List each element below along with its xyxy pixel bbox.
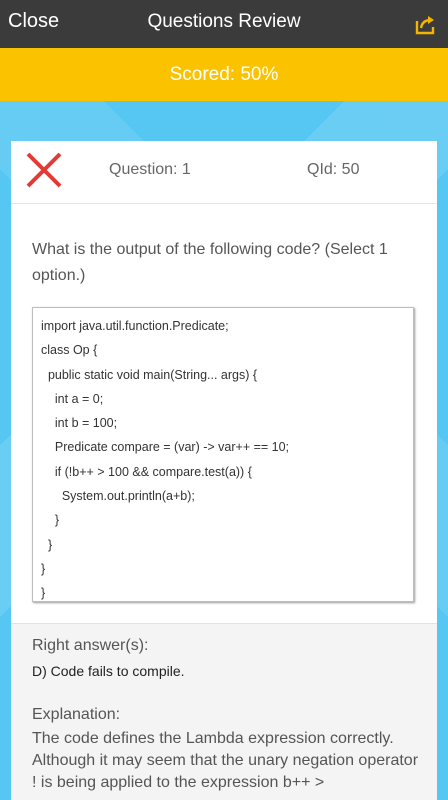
page-title: Questions Review <box>147 11 301 32</box>
code-line: class Op { <box>41 343 98 358</box>
question-number: Question: 1 <box>109 161 191 178</box>
code-line: public static void main(String... args) … <box>41 367 258 382</box>
right-answer-text: D) Code fails to compile. <box>32 663 185 679</box>
share-icon[interactable] <box>414 12 438 36</box>
explanation-label: Explanation: <box>32 706 121 723</box>
explanation-text: The code defines the Lambda expression c… <box>32 730 419 791</box>
question-header: Question: 1 QId: 50 <box>11 141 437 204</box>
code-line: System.out.println(a+b); <box>41 489 195 504</box>
code-line: if (!b++ > 100 && compare.test(a)) { <box>41 464 252 479</box>
code-line: import java.util.function.Predicate; <box>41 319 229 333</box>
code-block: import java.util.function.Predicate; cla… <box>32 307 414 602</box>
code-line: } <box>41 586 46 601</box>
code-line: int a = 0; <box>41 391 104 406</box>
code-line: } <box>41 561 46 576</box>
question-card: Question: 1 QId: 50 What is the output o… <box>11 141 437 800</box>
code-line: Predicate compare = (var) -> var++ == 10… <box>41 440 290 455</box>
code-line: } <box>41 537 53 552</box>
wrong-answer-x-icon <box>26 152 62 188</box>
question-id: QId: 50 <box>307 161 360 178</box>
top-bar: Close Questions Review <box>0 0 448 48</box>
right-answer-label: Right answer(s): <box>32 637 149 654</box>
code-line: } <box>41 513 60 528</box>
question-text: What is the output of the following code… <box>32 241 388 284</box>
score-banner: Scored: 50% <box>0 48 448 101</box>
code-line: int b = 100; <box>41 416 118 431</box>
explanation-section: Explanation: The code defines the Lambda… <box>11 692 437 800</box>
right-answer-section: Right answer(s): D) Code fails to compil… <box>11 623 437 693</box>
